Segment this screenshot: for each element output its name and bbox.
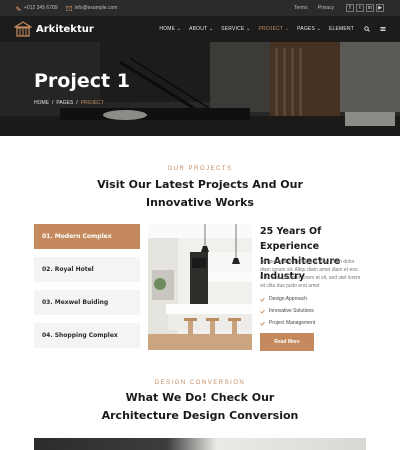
nav-menu: HOME ⌄ ABOUT ⌄ SERVICE ⌄ PROJECT ⌄ PAGES… <box>151 26 386 32</box>
top-utility-bar: +012 345 6789 info@example.com Terms Pri… <box>0 0 400 16</box>
chevron-down-icon: ⌄ <box>246 26 251 32</box>
brand-name: Arkitektur <box>36 23 94 35</box>
youtube-icon[interactable]: ▶ <box>376 4 384 12</box>
breadcrumb: HOME / PAGES / PROJECT <box>34 100 107 106</box>
main-navbar: Arkitektur HOME ⌄ ABOUT ⌄ SERVICE ⌄ PROJ… <box>0 16 400 42</box>
conversion-title: What We Do! Check Our Architecture Desig… <box>0 389 400 425</box>
page-title: Project 1 <box>34 70 130 92</box>
email-contact[interactable]: info@example.com <box>65 5 118 11</box>
check-icon <box>260 309 265 314</box>
checklist-item-label: Design Approach <box>269 296 308 302</box>
contact-info: +012 345 6789 info@example.com <box>16 5 125 11</box>
project-tab-royal-hotel[interactable]: 02. Royal Hotel <box>34 257 140 282</box>
projects-title: Visit Our Latest Projects And Our Innova… <box>0 176 400 212</box>
chevron-down-icon: ⌄ <box>208 26 214 32</box>
checklist-item: Innovative Solutions <box>260 305 315 317</box>
facebook-icon[interactable]: f <box>346 4 354 12</box>
check-icon <box>260 321 265 326</box>
chevron-down-icon: ⌄ <box>316 26 321 32</box>
conversion-title-line-2: Architecture Design Conversion <box>101 409 299 422</box>
phone-number: +012 345 6789 <box>24 5 58 11</box>
nav-item-service[interactable]: SERVICE ⌄ <box>221 26 250 32</box>
building-logo-icon <box>14 21 32 37</box>
linkedin-icon[interactable]: in <box>366 4 374 12</box>
breadcrumb-home[interactable]: HOME <box>34 100 49 106</box>
nav-item-home[interactable]: HOME ⌄ <box>159 26 181 32</box>
conversion-preview-image <box>34 438 366 450</box>
breadcrumb-current: PROJECT <box>80 100 104 106</box>
privacy-link[interactable]: Privacy <box>318 5 334 11</box>
page-hero: Project 1 HOME / PAGES / PROJECT <box>0 42 400 136</box>
search-icon[interactable] <box>364 26 370 32</box>
envelope-icon <box>65 5 72 11</box>
projects-eyebrow: OUR PROJECTS <box>167 166 233 172</box>
breadcrumb-pages[interactable]: PAGES <box>56 100 73 106</box>
nav-item-about[interactable]: ABOUT ⌄ <box>189 26 213 32</box>
read-more-button[interactable]: Read More <box>260 333 314 351</box>
terms-link[interactable]: Terms <box>294 5 308 11</box>
project-tab-mexwel-building[interactable]: 03. Mexwel Buiding <box>34 290 140 315</box>
brand-logo[interactable]: Arkitektur <box>14 21 94 37</box>
experience-title-line-1: 25 Years Of Experience <box>260 226 322 252</box>
conversion-title-line-1: What We Do! Check Our <box>125 391 275 404</box>
projects-title-line-2: Innovative Works <box>146 196 254 209</box>
twitter-icon[interactable]: t <box>356 4 364 12</box>
breadcrumb-separator: / <box>76 100 78 106</box>
projects-title-line-1: Visit Our Latest Projects And Our <box>97 178 303 191</box>
kitchen-photo <box>148 224 252 350</box>
nav-item-project[interactable]: PROJECT ⌄ <box>258 26 289 32</box>
social-links: f t in ▶ <box>344 4 384 12</box>
nav-item-element[interactable]: ELEMENT <box>329 26 354 32</box>
email-address: info@example.com <box>74 5 118 11</box>
conversion-eyebrow: DESIGN CONVERSION <box>154 380 246 386</box>
utility-links: Terms Privacy <box>294 5 344 11</box>
experience-description: Tempor erat elitr rebum at clita. Diam d… <box>260 259 361 289</box>
project-tab-modern-complex[interactable]: 01. Modern Complex <box>34 224 140 249</box>
checklist-item: Project Management <box>260 317 315 329</box>
menu-icon[interactable] <box>380 26 386 32</box>
project-tab-shopping-complex[interactable]: 04. Shopping Complex <box>34 323 140 348</box>
nav-item-pages[interactable]: PAGES ⌄ <box>297 26 321 32</box>
check-icon <box>260 297 265 302</box>
phone-contact[interactable]: +012 345 6789 <box>16 5 58 11</box>
project-kitchen-photo <box>148 224 252 350</box>
checklist-item: Design Approach <box>260 293 315 305</box>
project-tabs: 01. Modern Complex 02. Royal Hotel 03. M… <box>34 224 140 356</box>
checklist-item-label: Project Management <box>269 320 316 326</box>
breadcrumb-separator: / <box>52 100 54 106</box>
chevron-down-icon: ⌄ <box>284 26 290 32</box>
chevron-down-icon: ⌄ <box>176 26 182 32</box>
feature-checklist: Design Approach Innovative Solutions Pro… <box>260 293 315 329</box>
phone-icon <box>16 6 21 10</box>
checklist-item-label: Innovative Solutions <box>269 308 314 314</box>
